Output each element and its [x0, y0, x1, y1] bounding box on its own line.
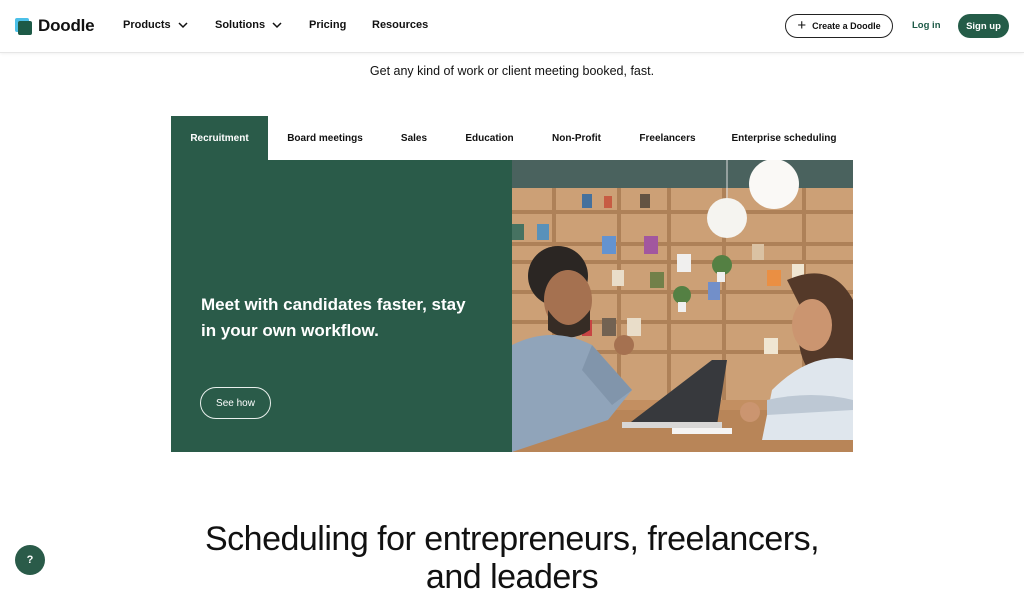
- tab-education[interactable]: Education: [446, 116, 533, 160]
- section-headline-line2: and leaders: [425, 558, 599, 596]
- login-link[interactable]: Log in: [912, 20, 941, 31]
- nav-resources[interactable]: Resources: [372, 19, 428, 31]
- create-doodle-label: Create a Doodle: [812, 21, 881, 31]
- tab-recruitment[interactable]: Recruitment: [171, 116, 268, 160]
- nav-pricing-label: Pricing: [309, 19, 347, 31]
- doodle-logo-icon: [15, 17, 32, 35]
- nav-products-label: Products: [123, 19, 171, 31]
- top-navigation: Doodle Products Solutions Pricing Resour…: [0, 0, 1024, 53]
- tab-sales[interactable]: Sales: [382, 116, 446, 160]
- recruitment-interview-photo: [512, 160, 853, 452]
- section-headline-line1: Scheduling for entrepreneurs, freelancer…: [204, 520, 820, 558]
- signup-button[interactable]: Sign up: [958, 14, 1009, 38]
- see-how-button[interactable]: See how: [200, 387, 271, 419]
- feature-panel: Meet with candidates faster, stay in you…: [171, 160, 512, 452]
- tab-board-meetings[interactable]: Board meetings: [268, 116, 382, 160]
- plus-icon: +: [797, 17, 807, 34]
- hero-tagline: Get any kind of work or client meeting b…: [369, 64, 655, 78]
- section-headline: Scheduling for entrepreneurs, freelancer…: [0, 520, 1024, 596]
- tab-freelancers[interactable]: Freelancers: [620, 116, 715, 160]
- doodle-logo[interactable]: Doodle: [15, 16, 95, 36]
- chevron-down-icon: [272, 22, 282, 29]
- tab-enterprise-scheduling[interactable]: Enterprise scheduling: [715, 116, 853, 160]
- tab-non-profit[interactable]: Non-Profit: [533, 116, 620, 160]
- nav-solutions-label: Solutions: [215, 19, 266, 31]
- create-doodle-button[interactable]: + Create a Doodle: [785, 14, 893, 38]
- panel-title: Meet with candidates faster, stay in you…: [201, 295, 466, 340]
- help-button[interactable]: ?: [15, 545, 45, 575]
- brand-name: Doodle: [38, 16, 95, 35]
- nav-products[interactable]: Products: [123, 19, 189, 31]
- nav-pricing[interactable]: Pricing: [309, 19, 346, 31]
- nav-solutions[interactable]: Solutions: [215, 19, 283, 31]
- use-case-tabs: Recruitment Board meetings Sales Educati…: [171, 116, 853, 160]
- nav-resources-label: Resources: [372, 19, 429, 31]
- chevron-down-icon: [178, 22, 188, 29]
